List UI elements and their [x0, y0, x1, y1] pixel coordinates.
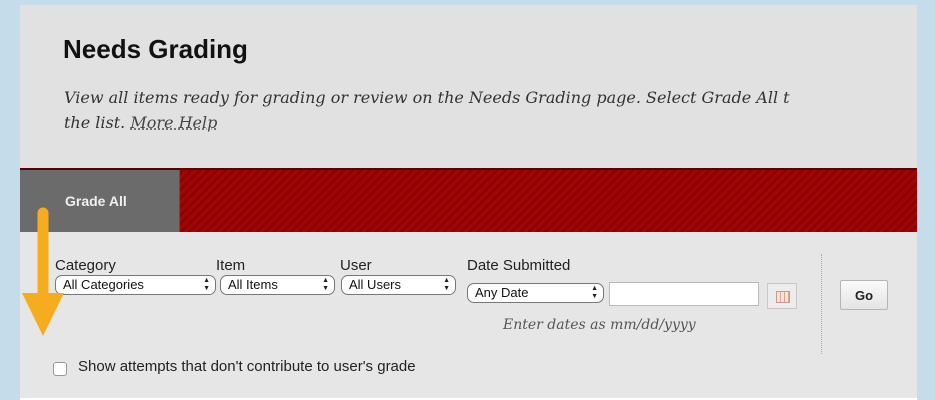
- go-button[interactable]: Go: [840, 280, 888, 310]
- filter-divider: [821, 254, 822, 354]
- show-attempts-checkbox[interactable]: [53, 362, 67, 376]
- date-format-hint: Enter dates as mm/dd/yyyy: [503, 317, 696, 333]
- select-arrow-icon: ▲ ▼: [443, 277, 450, 292]
- item-select-value: All Items: [228, 277, 278, 292]
- show-attempts-label: Show attempts that don't contribute to u…: [78, 358, 416, 375]
- item-select[interactable]: All Items ▲ ▼: [220, 275, 335, 295]
- page-title: Needs Grading: [63, 34, 248, 64]
- description-line-2-text: the list.: [64, 113, 126, 132]
- select-arrow-icon: ▲ ▼: [322, 277, 329, 292]
- select-arrow-icon: ▲ ▼: [591, 285, 598, 300]
- date-select[interactable]: Any Date ▲ ▼: [467, 283, 604, 303]
- category-select-value: All Categories: [63, 277, 144, 292]
- user-label: User: [340, 257, 372, 274]
- date-submitted-label: Date Submitted: [467, 257, 571, 274]
- page-description: View all items ready for grading or revi…: [64, 85, 917, 135]
- category-label: Category: [55, 257, 116, 274]
- needs-grading-panel: Needs Grading View all items ready for g…: [20, 5, 917, 400]
- description-line-2: the list. More Help: [64, 110, 917, 135]
- filter-bar: Category All Categories ▲ ▼ Item All Item…: [20, 232, 917, 400]
- description-line-1: View all items ready for grading or revi…: [64, 88, 790, 107]
- select-arrow-icon: ▲ ▼: [203, 277, 210, 292]
- date-input[interactable]: [609, 282, 759, 306]
- date-select-value: Any Date: [475, 285, 529, 300]
- item-label: Item: [216, 257, 246, 274]
- grade-all-button[interactable]: Grade All: [20, 170, 180, 232]
- more-help-link[interactable]: More Help: [130, 113, 217, 132]
- calendar-icon[interactable]: [767, 283, 797, 309]
- category-select[interactable]: All Categories ▲ ▼: [55, 275, 216, 295]
- user-select-value: All Users: [349, 277, 402, 292]
- action-bar: Grade All: [20, 168, 917, 232]
- user-select[interactable]: All Users ▲ ▼: [341, 275, 456, 295]
